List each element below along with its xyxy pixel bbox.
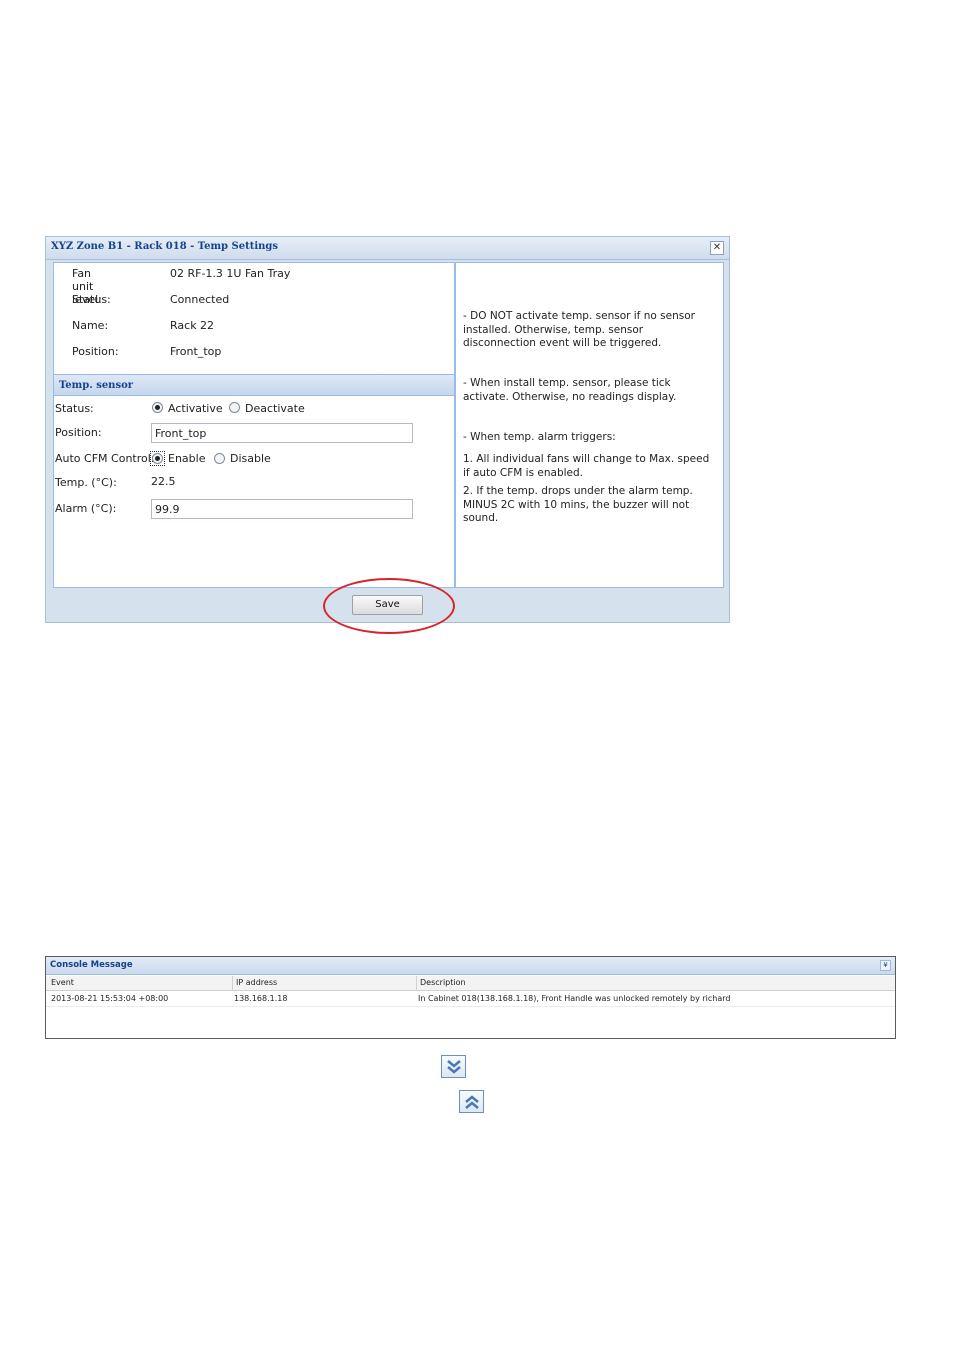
deactivate-radio[interactable] [229,402,240,413]
console-column-headers: Event IP address Description [46,976,895,991]
console-title: Console Message [50,960,133,970]
deactivate-radio-label[interactable]: Deactivate [245,402,305,415]
info-value: Connected [170,293,230,306]
info-value: 02 RF-1.3 1U Fan Tray [170,267,291,280]
info-label: Name: [72,319,109,332]
close-icon[interactable]: ✕ [710,241,724,255]
cell-ip: 138.168.1.18 [234,994,288,1003]
note-max-speed: 1. All individual fans will change to Ma… [463,453,710,479]
double-chevron-up-icon[interactable] [459,1090,484,1113]
note-no-sensor: - DO NOT activate temp. sensor if no sen… [463,310,695,349]
note-buzzer: 2. If the temp. drops under the alarm te… [463,485,693,524]
sensor-position-input[interactable] [151,423,413,443]
dialog-title-bar: XYZ Zone B1 - Rack 018 - Temp Settings ✕ [46,237,729,260]
table-row[interactable]: 2013-08-21 15:53:04 +08:00 138.168.1.18 … [46,992,895,1007]
note-tick-activate: - When install temp. sensor, please tick… [463,377,677,403]
activative-radio[interactable] [152,402,163,413]
column-header-description[interactable]: Description [420,978,466,987]
temp-settings-dialog: XYZ Zone B1 - Rack 018 - Temp Settings ✕… [45,236,730,623]
section-title: Temp. sensor [59,380,134,391]
fan-unit-info-pane: Fan unit level: 02 RF-1.3 1U Fan Tray St… [53,262,455,588]
sensor-status-label: Status: [55,402,94,415]
alarm-input[interactable] [151,499,413,519]
auto-cfm-label: Auto CFM Control: [55,452,155,465]
column-header-event[interactable]: Event [51,978,74,987]
cfm-disable-radio-label[interactable]: Disable [230,452,271,465]
column-separator [232,976,233,990]
column-header-ip[interactable]: IP address [236,978,277,987]
info-value: Rack 22 [170,319,215,332]
temp-sensor-section-header: Temp. sensor [54,374,454,396]
alarm-label: Alarm (°C): [55,502,117,515]
temp-label: Temp. (°C): [55,476,117,489]
column-separator [416,976,417,990]
info-value: Front_top [170,345,222,358]
cfm-enable-radio-label[interactable]: Enable [168,452,205,465]
save-highlight-circle [323,578,455,634]
info-label: Position: [72,345,119,358]
cell-description: In Cabinet 018(138.168.1.18), Front Hand… [418,994,731,1003]
cfm-disable-radio[interactable] [214,453,225,464]
cfm-enable-radio[interactable] [152,453,163,464]
info-label: Status: [72,293,111,306]
sensor-position-label: Position: [55,426,102,439]
console-message-panel: Console Message ¥ Event IP address Descr… [45,956,896,1039]
console-header: Console Message ¥ [46,957,895,975]
collapse-icon[interactable]: ¥ [880,960,891,971]
double-chevron-down-icon[interactable] [441,1055,466,1078]
notes-pane: - DO NOT activate temp. sensor if no sen… [455,262,724,588]
temp-value: 22.5 [151,475,176,488]
activative-radio-label[interactable]: Activative [168,402,223,415]
note-alarm-triggers: - When temp. alarm triggers: [463,431,616,443]
dialog-title: XYZ Zone B1 - Rack 018 - Temp Settings [51,241,279,252]
cell-event: 2013-08-21 15:53:04 +08:00 [51,994,169,1003]
